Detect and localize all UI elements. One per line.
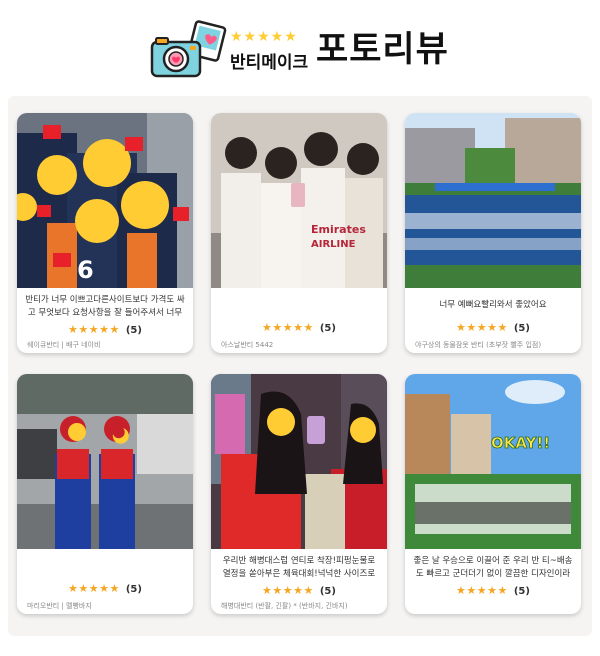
rating-score: (5) [319, 323, 336, 334]
review-photo[interactable] [17, 374, 193, 549]
camera-photo-logo-icon [150, 20, 227, 78]
product-name[interactable]: 마리오반티 | 멜빵바지 [27, 601, 187, 611]
rating-stars: ★★★★★ [456, 321, 508, 334]
rating-score: (5) [125, 584, 142, 595]
rating-score: (5) [513, 586, 530, 597]
rating: ★★★★★ (5) [405, 321, 581, 334]
rating: ★★★★★ (5) [17, 582, 193, 595]
rating: ★★★★★ (5) [211, 584, 387, 597]
review-card[interactable]: ★★★★★ (5) 마리오반티 | 멜빵바지 [17, 374, 193, 614]
svg-text:Emirates: Emirates [311, 223, 366, 236]
review-card[interactable]: OKAY!! 좋은 날 우승으로 이끌어 준 우리 반 티~배송도 빠르고 군더… [405, 374, 581, 614]
review-photo[interactable]: OKAY!! [405, 374, 581, 549]
rating-stars: ★★★★★ [68, 582, 120, 595]
review-text: 우리반 해병대스럽 연티로 착장!피펑눈물로 열정을 쏟아부은 체육대회!넉넉한… [222, 556, 376, 579]
rating-stars: ★★★★★ [456, 584, 508, 597]
review-photo[interactable] [211, 374, 387, 549]
page-title: 포토리뷰 [316, 30, 449, 70]
rating: ★★★★★ (5) [211, 321, 387, 334]
product-name[interactable]: 해병대반티 (반팔, 긴팔) * (반바지, 긴바지) [221, 601, 381, 611]
review-photo[interactable]: 6 [17, 113, 193, 288]
okay-sign: OKAY!! [491, 434, 550, 452]
product-name[interactable]: 쉐이큐반티 | 배구 네이비 [27, 340, 187, 350]
brand-stars: ★★★★★ [230, 29, 298, 45]
review-card[interactable]: Emirates AIRLINE ★★★★★ (5) 아스날반티 5442 [211, 113, 387, 353]
review-text: 반티가 너무 이쁘고다른사이트보다 가격도 싸고 무엇보다 요청사항을 잘 들어… [25, 295, 185, 318]
page-header: ★★★★★ 반티메이크 포토리뷰 [0, 0, 600, 92]
review-card[interactable]: 너무 예뻐요빨리와서 좋았어요 ★★★★★ (5) 야구상의 동물잠옷 반티 (초… [405, 113, 581, 353]
photo-review-grid: 6 반티가 너무 이쁘고다른사이트보다 가격도 싸고 무엇보다 요청사항을 잘 … [8, 96, 592, 636]
svg-text:AIRLINE: AIRLINE [311, 239, 356, 250]
review-text: 좋은 날 우승으로 이끌어 준 우리 반 티~배송도 빠르고 군더더기 없이 깔… [413, 556, 573, 579]
brand-name: 반티메이크 [230, 53, 309, 73]
rating-score: (5) [319, 586, 336, 597]
review-text: 너무 예뻐요빨리와서 좋았어요 [439, 300, 547, 310]
rating-stars: ★★★★★ [262, 321, 314, 334]
product-name[interactable]: 야구상의 동물잠옷 반티 (초부잣 빨주 입점) [415, 340, 575, 350]
review-photo[interactable]: Emirates AIRLINE [211, 113, 387, 288]
rating: ★★★★★ (5) [405, 584, 581, 597]
review-card[interactable]: 우리반 해병대스럽 연티로 착장!피펑눈물로 열정을 쏟아부은 체육대회!넉넉한… [211, 374, 387, 614]
brand-block: ★★★★★ 반티메이크 [230, 30, 308, 73]
rating-stars: ★★★★★ [68, 323, 120, 336]
review-card[interactable]: 6 반티가 너무 이쁘고다른사이트보다 가격도 싸고 무엇보다 요청사항을 잘 … [17, 113, 193, 353]
review-photo[interactable] [405, 113, 581, 288]
rating-stars: ★★★★★ [262, 584, 314, 597]
svg-text:6: 6 [77, 256, 94, 284]
product-name[interactable]: 아스날반티 5442 [221, 340, 381, 350]
rating-score: (5) [513, 323, 530, 334]
rating-score: (5) [125, 325, 142, 336]
rating: ★★★★★ (5) [17, 323, 193, 336]
